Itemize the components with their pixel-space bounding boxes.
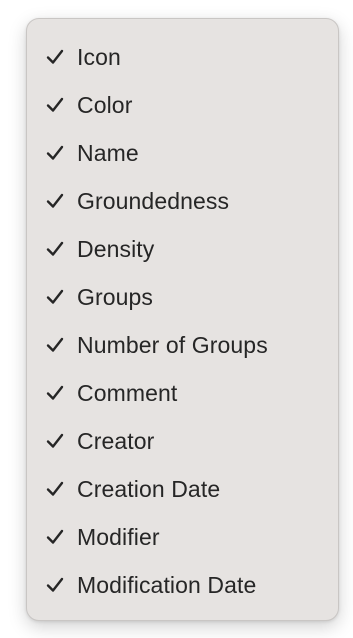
menu-item-color[interactable]: Color <box>27 81 338 129</box>
menu-item-label: Modifier <box>77 523 160 550</box>
menu-item-label: Name <box>77 139 139 166</box>
menu-item-label: Density <box>77 235 155 262</box>
checkmark-icon <box>45 143 77 163</box>
menu-item-groundedness[interactable]: Groundedness <box>27 177 338 225</box>
menu-item-label: Icon <box>77 43 121 70</box>
checkmark-icon <box>45 287 77 307</box>
checkmark-icon <box>45 575 77 595</box>
menu-item-groups[interactable]: Groups <box>27 273 338 321</box>
checkmark-icon <box>45 527 77 547</box>
menu-item-creation-date[interactable]: Creation Date <box>27 465 338 513</box>
menu-item-creator[interactable]: Creator <box>27 417 338 465</box>
checkmark-icon <box>45 239 77 259</box>
menu-item-comment[interactable]: Comment <box>27 369 338 417</box>
column-visibility-menu: Icon Color Name Groundedness Density Gro… <box>26 18 339 621</box>
checkmark-icon <box>45 431 77 451</box>
menu-item-label: Groups <box>77 283 154 310</box>
checkmark-icon <box>45 479 77 499</box>
menu-item-name[interactable]: Name <box>27 129 338 177</box>
menu-item-label: Comment <box>77 379 178 406</box>
checkmark-icon <box>45 191 77 211</box>
checkmark-icon <box>45 47 77 67</box>
menu-item-label: Number of Groups <box>77 331 268 358</box>
menu-item-icon[interactable]: Icon <box>27 33 338 81</box>
checkmark-icon <box>45 383 77 403</box>
menu-item-modification-date[interactable]: Modification Date <box>27 561 338 609</box>
menu-item-modifier[interactable]: Modifier <box>27 513 338 561</box>
checkmark-icon <box>45 335 77 355</box>
checkmark-icon <box>45 95 77 115</box>
menu-item-label: Color <box>77 91 133 118</box>
menu-item-number-of-groups[interactable]: Number of Groups <box>27 321 338 369</box>
menu-item-label: Creator <box>77 427 155 454</box>
menu-item-label: Groundedness <box>77 187 230 214</box>
menu-item-label: Modification Date <box>77 571 257 598</box>
menu-item-density[interactable]: Density <box>27 225 338 273</box>
menu-item-label: Creation Date <box>77 475 221 502</box>
